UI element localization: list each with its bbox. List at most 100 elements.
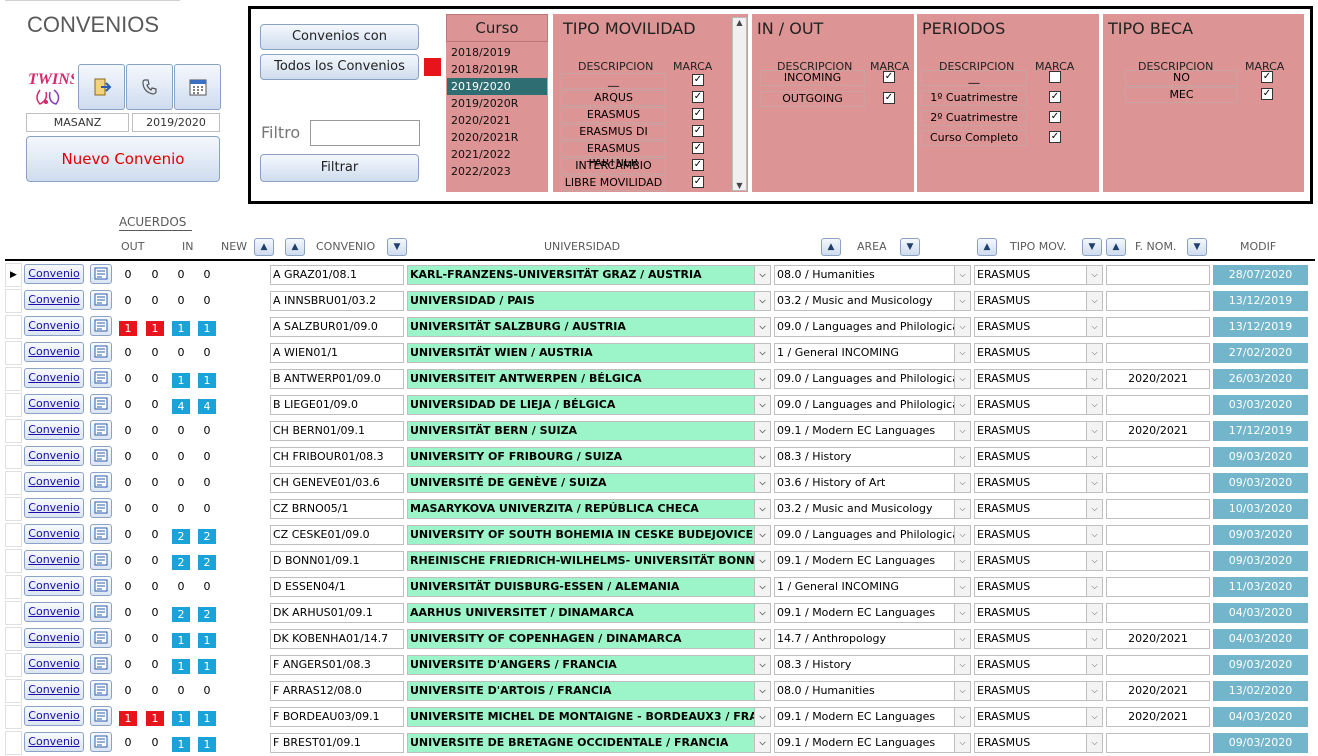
area-combo[interactable]: 03.2 / Music and Musicology ⌵ [774,291,971,311]
chevron-down-icon[interactable]: ⌵ [1086,604,1102,622]
chevron-down-icon[interactable]: ⌵ [954,734,970,752]
universidad-combo[interactable]: RHEINISCHE FRIEDRICH-WILHELMS- UNIVERSIT… [407,551,771,571]
tipo_movilidad-checkbox[interactable]: ✓ [692,142,704,154]
chevron-down-icon[interactable]: ⌵ [954,500,970,518]
fnom-field[interactable] [1106,603,1210,623]
fnom-field[interactable] [1106,551,1210,571]
chevron-down-icon[interactable]: ⌵ [754,630,770,648]
area-combo[interactable]: 08.3 / History ⌵ [774,447,971,467]
tipo-mov-combo[interactable]: ERASMUS ⌵ [974,577,1103,597]
chevron-down-icon[interactable]: ⌵ [1086,344,1102,362]
area-combo[interactable]: 08.0 / Humanities ⌵ [774,681,971,701]
new-convenio-button[interactable]: Nuevo Convenio [26,136,220,182]
tipo-mov-combo[interactable]: ERASMUS ⌵ [974,525,1103,545]
chevron-down-icon[interactable]: ⌵ [1086,422,1102,440]
convenios-con-acuerdos-button[interactable]: Convenios con Acuerdos [260,24,419,68]
chevron-down-icon[interactable]: ⌵ [1086,370,1102,388]
fnom-field[interactable] [1106,447,1210,467]
details-button[interactable] [90,576,112,596]
convenio-link[interactable]: Convenio [24,472,84,492]
chevron-down-icon[interactable]: ⌵ [954,656,970,674]
details-button[interactable] [90,394,112,414]
tipo-mov-combo[interactable]: ERASMUS ⌵ [974,629,1103,649]
details-button[interactable] [90,316,112,336]
record-selector[interactable] [5,731,22,755]
fnom-field[interactable]: 2020/2021 [1106,707,1210,727]
universidad-combo[interactable]: UNIVERSITÄT BERN / SUIZA ⌵ [407,421,771,441]
area-combo[interactable]: 09.1 / Modern EC Languages ⌵ [774,551,971,571]
fnom-field[interactable] [1106,395,1210,415]
chevron-down-icon[interactable]: ⌵ [1086,630,1102,648]
convenio-link[interactable]: Convenio [24,498,84,518]
chevron-down-icon[interactable]: ⌵ [1086,708,1102,726]
area-combo[interactable]: 1 / General INCOMING ⌵ [774,343,971,363]
curso-item[interactable]: 2020/2021 [447,112,547,129]
in_out-checkbox[interactable]: ✓ [883,71,895,83]
area-combo[interactable]: 09.1 / Modern EC Languages ⌵ [774,733,971,753]
universidad-combo[interactable]: KARL-FRANZENS-UNIVERSITÄT GRAZ / AUSTRIA… [407,265,771,285]
fnom-field[interactable] [1106,291,1210,311]
chevron-down-icon[interactable]: ⌵ [1086,552,1102,570]
convenio-link[interactable]: Convenio [24,446,84,466]
convenio-link[interactable]: Convenio [24,290,84,310]
chevron-down-icon[interactable]: ⌵ [1086,396,1102,414]
convenio-link[interactable]: Convenio [24,420,84,440]
fnom-field[interactable] [1106,265,1210,285]
chevron-down-icon[interactable]: ⌵ [754,448,770,466]
record-selector[interactable] [5,575,22,599]
universidad-combo[interactable]: UNIVERSITÄT DUISBURG-ESSEN / ALEMANIA ⌵ [407,577,771,597]
area-combo[interactable]: 08.0 / Humanities ⌵ [774,265,971,285]
area-combo[interactable]: 09.0 / Languages and Philological ⌵ [774,369,971,389]
convenio-link[interactable]: Convenio [24,576,84,596]
curso-item[interactable]: 2020/2021R [447,129,547,146]
universidad-combo[interactable]: UNIVERSITÄT WIEN / AUSTRIA ⌵ [407,343,771,363]
tipo-mov-combo[interactable]: ERASMUS ⌵ [974,343,1103,363]
chevron-down-icon[interactable]: ⌵ [1086,682,1102,700]
tipo-mov-combo[interactable]: ERASMUS ⌵ [974,421,1103,441]
convenio-link[interactable]: Convenio [24,368,84,388]
tipo_movilidad-checkbox[interactable]: ✓ [692,108,704,120]
record-selector[interactable] [5,653,22,677]
fnom-field[interactable] [1106,525,1210,545]
universidad-combo[interactable]: UNIVERSITE DE BRETAGNE OCCIDENTALE / FRA… [407,733,771,753]
convenio-link[interactable]: Convenio [24,316,84,336]
tipo-mov-combo[interactable]: ERASMUS ⌵ [974,655,1103,675]
universidad-combo[interactable]: UNIVERSIDAD DE LIEJA / BÉLGICA ⌵ [407,395,771,415]
details-button[interactable] [90,680,112,700]
curso-item[interactable]: 2018/2019R [447,61,547,78]
chevron-down-icon[interactable]: ⌵ [754,370,770,388]
fnom-field[interactable] [1106,733,1210,753]
chevron-down-icon[interactable]: ⌵ [754,422,770,440]
periodos-checkbox[interactable]: ✓ [1049,111,1061,123]
tipo_movilidad-checkbox[interactable]: ✓ [692,159,704,171]
chevron-down-icon[interactable]: ⌵ [954,474,970,492]
record-selector[interactable] [5,341,22,365]
tipo_beca-checkbox[interactable]: ✓ [1261,88,1273,100]
area-combo[interactable]: 14.7 / Anthropology ⌵ [774,629,971,649]
record-selector[interactable] [5,679,22,703]
details-button[interactable] [90,420,112,440]
fnom-field[interactable] [1106,473,1210,493]
todos-los-convenios-button[interactable]: Todos los Convenios [260,54,419,80]
convenio-link[interactable]: Convenio [24,264,84,284]
record-selector[interactable] [5,627,22,651]
convenio-link[interactable]: Convenio [24,706,84,726]
sort-new-asc-button[interactable]: ▲ [254,238,274,256]
exit-button[interactable] [78,64,125,110]
universidad-combo[interactable]: UNIVERSITY OF FRIBOURG / SUIZA ⌵ [407,447,771,467]
area-combo[interactable]: 03.2 / Music and Musicology ⌵ [774,499,971,519]
filtrar-button[interactable]: Filtrar [260,154,419,182]
tipo-mov-combo[interactable]: ERASMUS ⌵ [974,603,1103,623]
chevron-down-icon[interactable]: ⌵ [954,422,970,440]
universidad-combo[interactable]: UNIVERSITY OF SOUTH BOHEMIA IN CESKE BUD… [407,525,771,545]
area-combo[interactable]: 1 / General INCOMING ⌵ [774,577,971,597]
chevron-down-icon[interactable]: ⌵ [754,500,770,518]
chevron-down-icon[interactable]: ⌵ [954,578,970,596]
tipo_beca-checkbox[interactable]: ✓ [1261,71,1273,83]
tipo-mov-combo[interactable]: ERASMUS ⌵ [974,733,1103,753]
universidad-combo[interactable]: UNIVERSITÄT SALZBURG / AUSTRIA ⌵ [407,317,771,337]
tipo_movilidad-checkbox[interactable]: ✓ [692,176,704,188]
universidad-combo[interactable]: UNIVERSITE MICHEL DE MONTAIGNE - BORDEAU… [407,707,771,727]
fnom-field[interactable]: 2020/2021 [1106,681,1210,701]
universidad-combo[interactable]: UNIVERSITY OF COPENHAGEN / DINAMARCA ⌵ [407,629,771,649]
